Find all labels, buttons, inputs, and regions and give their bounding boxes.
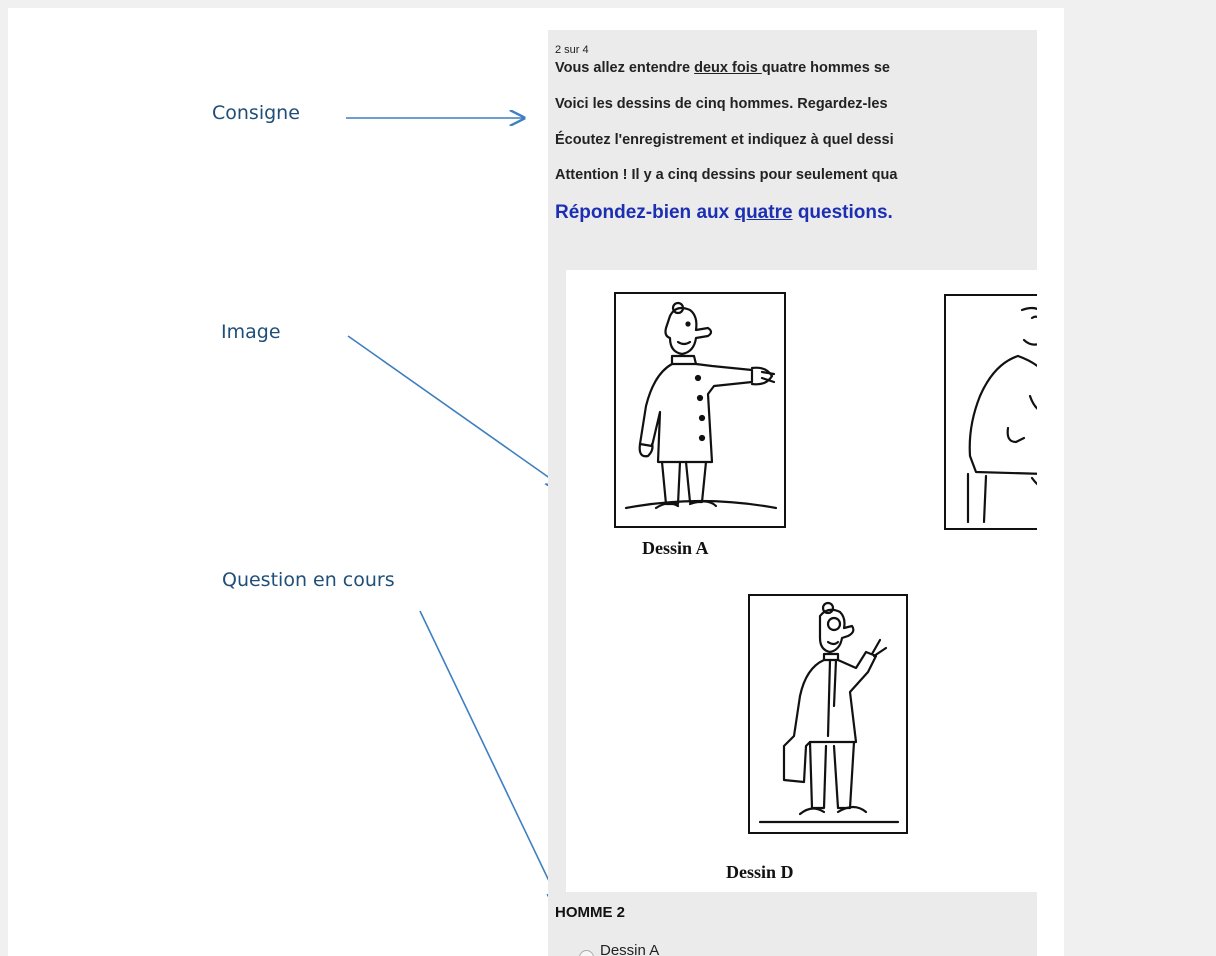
question-counter: 2 sur 4 bbox=[555, 44, 589, 56]
instruction-line-4: Attention ! Il y a cinq dessins pour seu… bbox=[555, 167, 898, 183]
drawing-d-caption: Dessin D bbox=[726, 862, 794, 882]
drawing-d-man bbox=[758, 601, 900, 824]
quiz-panel: 2 sur 4 Vous allez entendre deux fois qu… bbox=[548, 30, 1037, 956]
drawing-partial-man bbox=[966, 306, 1037, 524]
emphasis-instruction: Répondez-bien aux quatre questions. bbox=[555, 202, 893, 223]
instruction-line-1: Vous allez entendre deux fois quatre hom… bbox=[555, 60, 890, 76]
option-label-dessin-a[interactable]: Dessin A bbox=[600, 942, 659, 956]
canvas: Consigne Image Question en cours 2 sur 4… bbox=[8, 8, 1064, 956]
drawing-partial-frame bbox=[944, 294, 1037, 530]
drawing-a-frame bbox=[614, 292, 786, 528]
drawing-a-caption: Dessin A bbox=[642, 538, 709, 558]
question-title: HOMME 2 bbox=[555, 904, 626, 921]
arrow-image bbox=[347, 335, 561, 486]
option-radio-dessin-a[interactable] bbox=[579, 950, 594, 956]
instruction-line-2: Voici les dessins de cinq hommes. Regard… bbox=[555, 96, 888, 112]
instruction-line-3: Écoutez l'enregistrement et indiquez à q… bbox=[555, 132, 894, 148]
drawings-image: Dessin A Dessin D bbox=[566, 270, 1037, 892]
drawing-a-man bbox=[624, 301, 778, 510]
drawing-d-frame bbox=[748, 594, 908, 834]
arrow-question bbox=[419, 610, 560, 904]
